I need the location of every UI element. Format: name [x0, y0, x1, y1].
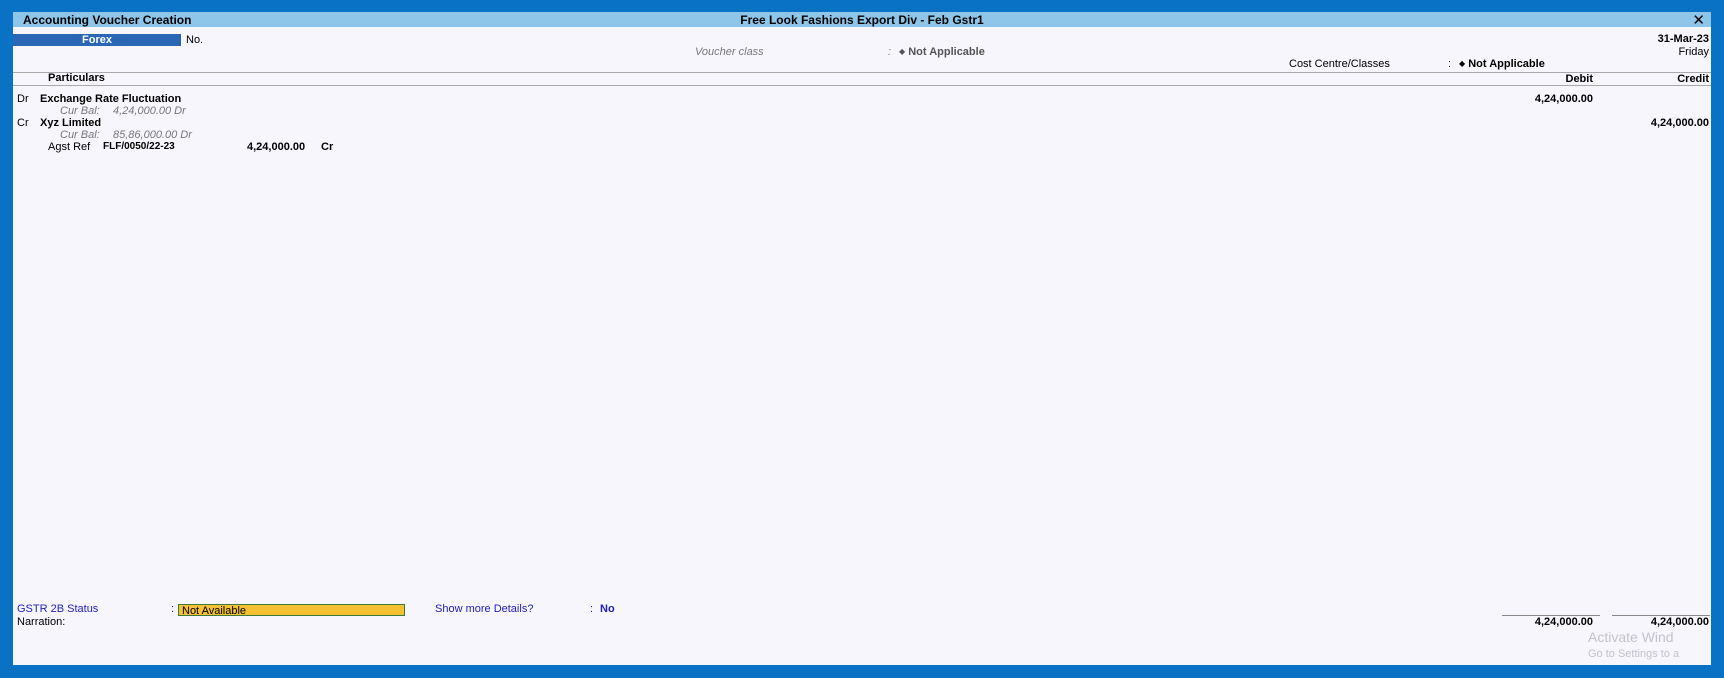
gstr-status-label: GSTR 2B Status — [17, 603, 99, 615]
voucher-day: Friday — [1678, 46, 1709, 58]
narration-label: Narration: — [17, 616, 66, 628]
show-more-details-separator: : — [590, 603, 594, 615]
entry-ledger[interactable]: Xyz Limited — [40, 117, 101, 129]
total-debit: 4,24,000.00 — [1534, 616, 1593, 628]
header-divider-bottom — [13, 85, 1711, 86]
header-divider-top — [13, 72, 1711, 73]
entry-cur-bal-label: Cur Bal: — [60, 105, 100, 117]
cost-centre-separator: : — [1448, 58, 1452, 70]
entry-cur-bal: 4,24,000.00 Dr — [113, 105, 186, 117]
activate-windows-hint: Go to Settings to a — [1588, 648, 1680, 660]
total-credit: 4,24,000.00 — [1650, 616, 1709, 628]
show-more-details-value[interactable]: No — [600, 603, 615, 615]
voucher-class-label: Voucher class — [695, 46, 764, 58]
voucher-type-field[interactable]: Forex — [13, 34, 181, 46]
company-name: Free Look Fashions Export Div - Feb Gstr… — [740, 13, 984, 27]
voucher-class-value[interactable]: ◆ Not Applicable — [899, 46, 985, 58]
bill-drcr[interactable]: Cr — [321, 141, 333, 153]
column-debit: Debit — [1565, 73, 1594, 85]
activate-windows-watermark: Activate Wind — [1588, 629, 1674, 645]
voucher-date[interactable]: 31-Mar-23 — [1658, 33, 1709, 45]
column-credit: Credit — [1677, 73, 1709, 85]
show-more-details-label: Show more Details? — [435, 603, 534, 615]
voucher-class-separator: : — [888, 46, 892, 58]
voucher-class-text: Not Applicable — [908, 46, 985, 58]
voucher-no-label: No. — [186, 34, 204, 46]
cost-centre-label: Cost Centre/Classes — [1289, 58, 1390, 70]
cost-centre-text: Not Applicable — [1468, 58, 1545, 70]
entry-drcr[interactable]: Cr — [17, 117, 29, 129]
entry-credit[interactable]: 4,24,000.00 — [1651, 117, 1709, 129]
cost-centre-value[interactable]: ◆ Not Applicable — [1459, 58, 1545, 70]
entry-debit[interactable]: 4,24,000.00 — [1535, 93, 1593, 105]
bill-type[interactable]: Agst Ref — [48, 141, 90, 153]
bill-amount[interactable]: 4,24,000.00 — [247, 141, 305, 153]
column-particulars: Particulars — [48, 72, 105, 84]
diamond-icon: ◆ — [1459, 59, 1466, 68]
entry-cur-bal-label: Cur Bal: — [60, 129, 100, 141]
title-bar: Accounting Voucher Creation Free Look Fa… — [13, 12, 1711, 29]
gstr-status-separator: : — [171, 603, 175, 615]
entry-cur-bal: 85,86,000.00 Dr — [113, 129, 192, 141]
bill-ref[interactable]: FLF/0050/22-23 — [103, 141, 175, 152]
entry-ledger[interactable]: Exchange Rate Fluctuation — [40, 93, 181, 105]
diamond-icon: ◆ — [899, 47, 906, 56]
gstr-status-field[interactable]: Not Available — [178, 604, 405, 617]
window-frame: Accounting Voucher Creation Free Look Fa… — [0, 0, 1724, 678]
entry-drcr[interactable]: Dr — [17, 93, 29, 105]
voucher-panel: Forex No. 31-Mar-23 Friday Voucher class… — [13, 27, 1711, 665]
